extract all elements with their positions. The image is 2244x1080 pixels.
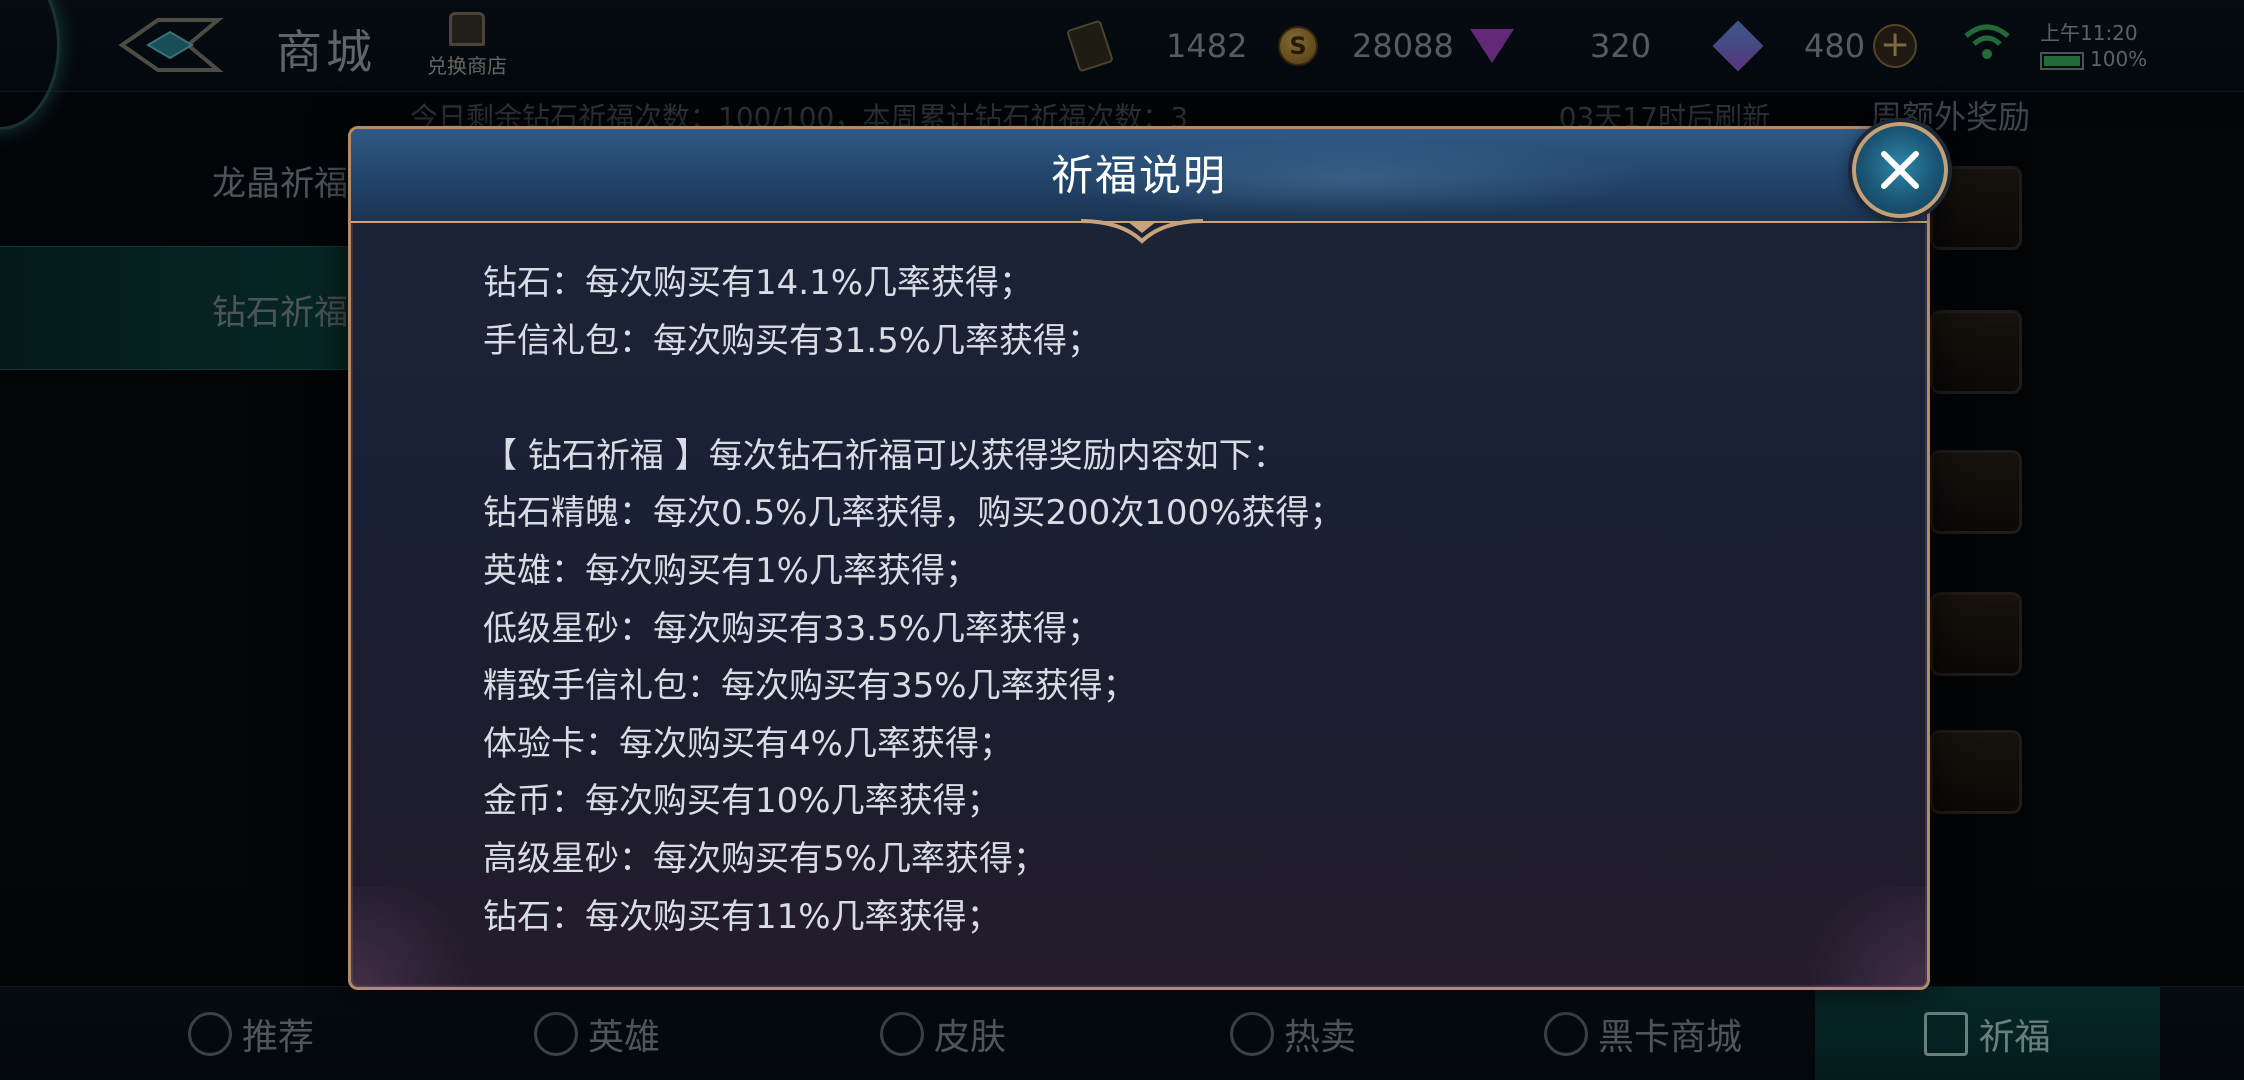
rule-line: 钻石：每次购买有14.1%几率获得； (483, 263, 1034, 303)
rule-line: 钻石：每次购买有11%几率获得； (483, 896, 1001, 937)
rule-line: 英雄：每次购买有1%几率获得； (483, 550, 979, 591)
blessing-info-dialog: 祈福说明 钻石：每次购买有14.1%几率获得； 手信礼包：每次购买有31.5%几… (348, 126, 1930, 990)
corner-decoration (351, 887, 491, 987)
rule-line: 高级星砂：每次购买有5%几率获得； (483, 838, 1047, 879)
corner-decoration (1787, 887, 1927, 987)
section-heading: 【 钻石祈福 】每次钻石祈福可以获得奖励内容如下： (483, 435, 1287, 476)
rule-line: 金币：每次购买有10%几率获得； (483, 781, 1001, 822)
dialog-body: 钻石：每次购买有14.1%几率获得； 手信礼包：每次购买有31.5%几率获得； … (483, 255, 1843, 975)
dialog-title: 祈福说明 (1050, 151, 1227, 200)
rule-line: 手信礼包：每次购买有31.5%几率获得； (483, 320, 1102, 361)
header-ornament-icon (1081, 219, 1203, 244)
rule-line: 精致手信礼包：每次购买有35%几率获得； (483, 666, 1137, 707)
close-icon (1881, 151, 1919, 189)
close-button[interactable] (1852, 122, 1948, 218)
dialog-header: 祈福说明 (351, 129, 1927, 223)
rule-line: 钻石精魄：每次0.5%几率获得，购买200次100%获得； (483, 493, 1344, 534)
rule-line: 低级星砂：每次购买有33.5%几率获得； (483, 608, 1102, 649)
rule-line: 体验卡：每次购买有4%几率获得； (483, 723, 1013, 764)
